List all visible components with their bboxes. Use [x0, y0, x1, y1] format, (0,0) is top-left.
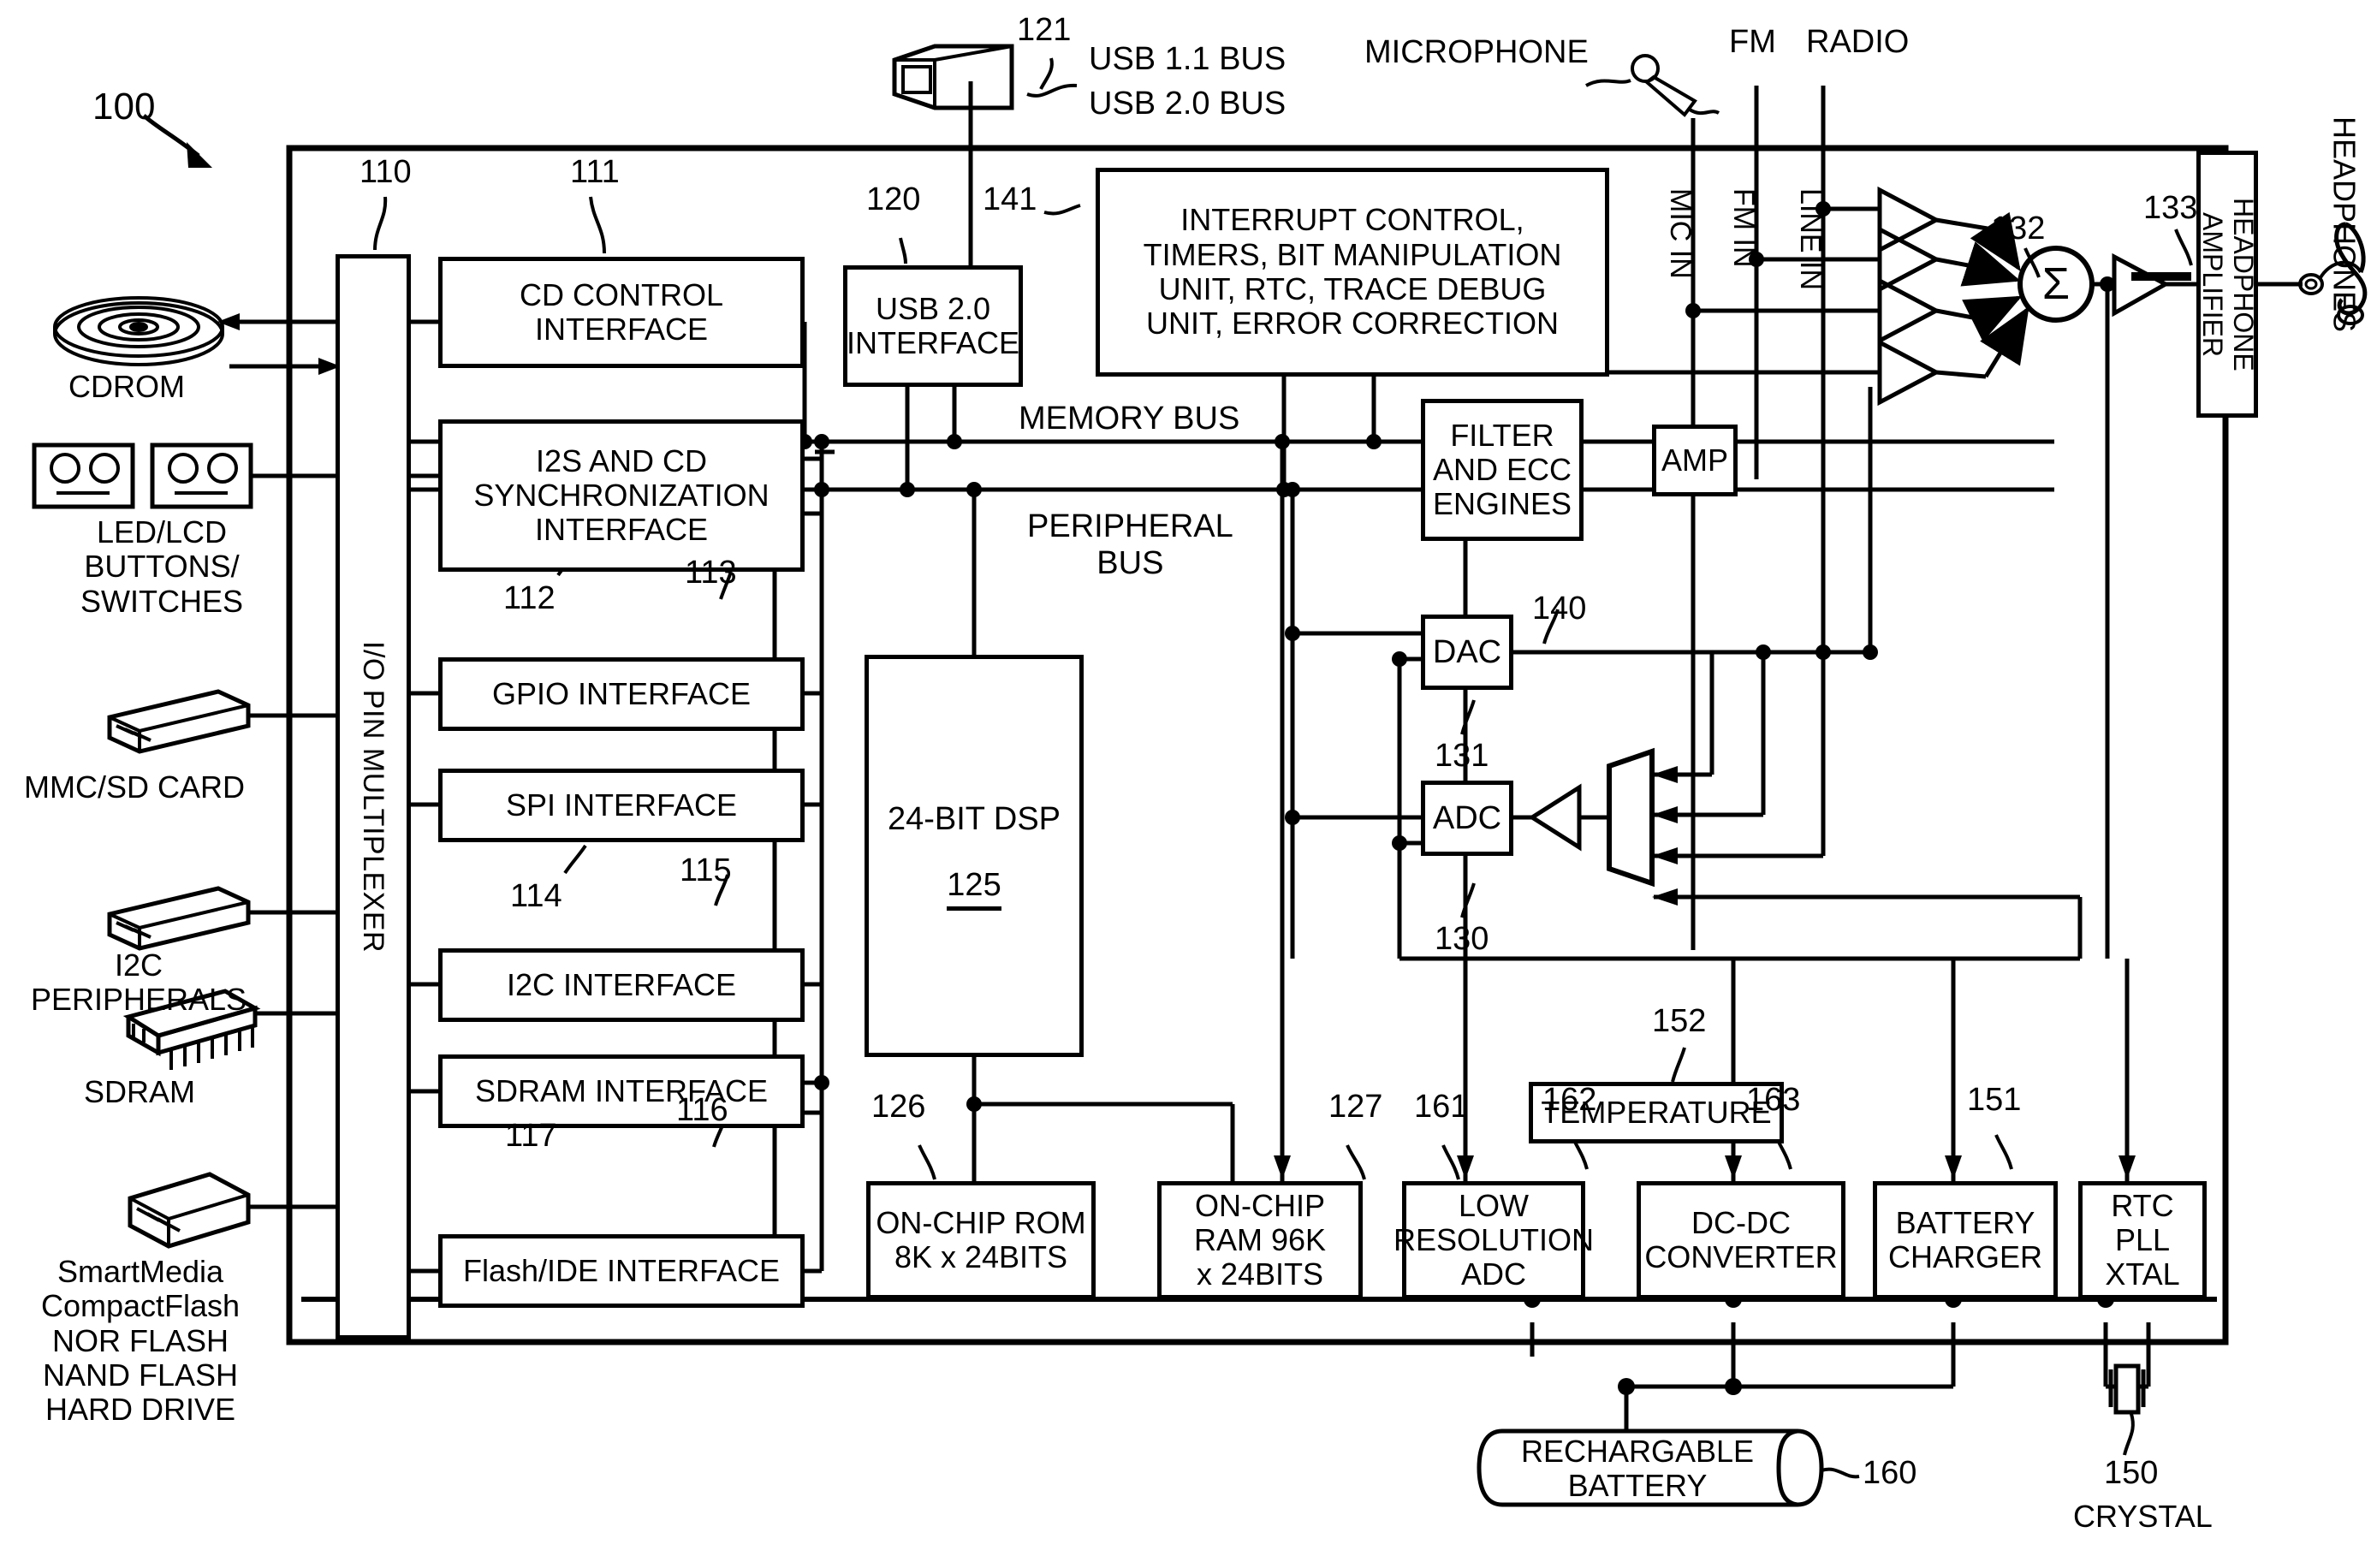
cd-control-interface-block[interactable]: CD CONTROL INTERFACE [438, 257, 805, 368]
radio-source-label: RADIO [1806, 24, 1910, 60]
peripheral-bus-label: PERIPHERAL BUS [1019, 508, 1242, 582]
mic-in-pin-label: MIC IN [1664, 188, 1697, 279]
rtc-pll-xtal-label: RTC PLL XTAL [2105, 1187, 2180, 1292]
spi-interface-label: SPI INTERFACE [505, 787, 738, 823]
usb-bus-label-2-0: USB 2.0 BUS [1089, 86, 1287, 122]
usb-2-0-interface-block[interactable]: USB 2.0 INTERFACE [843, 265, 1023, 387]
peripheral-label-cdrom: CDROM [68, 369, 185, 404]
ref-121: 121 [1017, 12, 1072, 48]
on-chip-rom-label: ON-CHIP ROM 8K x 24BITS [876, 1204, 1086, 1274]
ref-160: 160 [1863, 1455, 1917, 1491]
i2c-interface-label: I2C INTERFACE [506, 966, 737, 1002]
figure-ref-100: 100 [92, 86, 156, 128]
usb-2-0-interface-label: USB 2.0 INTERFACE [846, 290, 1020, 360]
headphones-label: HEADPHONES [2326, 116, 2362, 333]
memory-bus-label: MEMORY BUS [1010, 401, 1249, 437]
dsp-ref: 125 [947, 867, 1001, 912]
adc-block[interactable]: ADC [1421, 781, 1513, 856]
ref-163: 163 [1746, 1082, 1801, 1118]
dsp-label: 24-BIT DSP [887, 800, 1061, 837]
headphone-amplifier-block[interactable] [2131, 272, 2191, 281]
on-chip-rom-block[interactable]: ON-CHIP ROM 8K x 24BITS [866, 1181, 1096, 1299]
mixer-sigma-symbol: Σ [2041, 258, 2071, 309]
ref-150: 150 [2104, 1455, 2159, 1491]
ref-114: 114 [510, 878, 562, 914]
filter-ecc-engines-block[interactable]: FILTER AND ECC ENGINES [1421, 399, 1584, 541]
dsp-block[interactable]: 24-BIT DSP 125 [865, 655, 1084, 1057]
ref-113: 113 [685, 555, 737, 591]
io-pin-multiplexer-block[interactable]: I/O PIN MULTIPLEXER [336, 254, 411, 1339]
dc-dc-converter-block[interactable]: DC-DC CONVERTER [1637, 1181, 1845, 1299]
ref-127: 127 [1328, 1089, 1383, 1125]
sdram-interface-block[interactable]: SDRAM INTERFACE [438, 1054, 805, 1128]
fm-source-label: FM [1729, 24, 1776, 60]
ref-152: 152 [1652, 1003, 1707, 1039]
i2c-interface-block[interactable]: I2C INTERFACE [438, 948, 805, 1022]
ref-151: 151 [1967, 1082, 2022, 1118]
spi-interface-block[interactable]: SPI INTERFACE [438, 769, 805, 842]
filter-ecc-label: FILTER AND ECC ENGINES [1432, 417, 1572, 522]
microphone-source-label: MICROPHONE [1364, 34, 1589, 70]
amp-label: AMP [1661, 442, 1728, 478]
interrupt-control-label: INTERRUPT CONTROL, TIMERS, BIT MANIPULAT… [1143, 202, 1562, 342]
interrupt-control-block[interactable]: INTERRUPT CONTROL, TIMERS, BIT MANIPULAT… [1096, 168, 1609, 377]
i2s-cd-sync-interface-label: I2S AND CD SYNCHRONIZATION INTERFACE [473, 442, 770, 548]
usb-bus-label-1-1: USB 1.1 BUS [1089, 41, 1287, 77]
dc-dc-converter-label: DC-DC CONVERTER [1644, 1204, 1838, 1274]
battery-charger-label: BATTERY CHARGER [1887, 1204, 2043, 1274]
ref-131: 131 [1435, 738, 1489, 774]
headphone-amplifier-label: HEADPHONE AMPLIFIER [2197, 197, 2259, 371]
battery-charger-block[interactable]: BATTERY CHARGER [1873, 1181, 2058, 1299]
dac-block[interactable]: DAC [1421, 615, 1513, 690]
ref-112: 112 [503, 580, 556, 616]
peripheral-label-sdram: SDRAM [84, 1074, 196, 1109]
ref-117: 117 [505, 1118, 557, 1154]
gpio-interface-label: GPIO INTERFACE [491, 675, 752, 711]
low-resolution-adc-block[interactable]: LOW RESOLUTION ADC [1394, 1181, 1594, 1299]
ref-140: 140 [1532, 591, 1587, 627]
headphone-amplifier[interactable]: HEADPHONE AMPLIFIER [2196, 151, 2259, 418]
line-in-pin-label: LINE IN [1794, 188, 1827, 291]
fm-in-pin-label: FM IN [1727, 188, 1761, 268]
ref-111: 111 [570, 154, 620, 190]
flash-ide-interface-label: Flash/IDE INTERFACE [462, 1252, 781, 1288]
peripheral-label-mmc-sd: MMC/SD CARD [24, 769, 245, 805]
amp-block[interactable]: AMP [1652, 425, 1738, 496]
on-chip-ram-label: ON-CHIP RAM 96K x 24BITS [1193, 1187, 1327, 1292]
io-pin-multiplexer-label: I/O PIN MULTIPLEXER [357, 640, 390, 953]
ref-162: 162 [1542, 1082, 1597, 1118]
ref-133: 133 [2143, 190, 2198, 226]
block-diagram-canvas: 100 CDROM LED/LCD BUTTONS/ SWITCHES MMC/… [0, 0, 2377, 1568]
ref-116: 116 [676, 1092, 728, 1128]
i2s-cd-sync-interface-block[interactable]: I2S AND CD SYNCHRONIZATION INTERFACE [438, 419, 805, 572]
adc-label: ADC [1432, 799, 1502, 836]
peripheral-label-led-lcd: LED/LCD BUTTONS/ SWITCHES [80, 514, 243, 619]
ref-161: 161 [1414, 1089, 1469, 1125]
ref-120: 120 [866, 181, 921, 217]
rtc-pll-xtal-block[interactable]: RTC PLL XTAL [2078, 1181, 2207, 1299]
rechargable-battery-label: RECHARGABLE BATTERY [1520, 1434, 1755, 1504]
ref-126: 126 [871, 1089, 926, 1125]
dac-label: DAC [1432, 633, 1502, 670]
gpio-interface-block[interactable]: GPIO INTERFACE [438, 657, 805, 731]
ref-132: 132 [1991, 211, 2046, 246]
peripheral-label-flash: SmartMedia CompactFlash NOR FLASH NAND F… [40, 1254, 241, 1428]
ref-141: 141 [983, 181, 1037, 217]
peripheral-label-i2c: I2C PERIPHERALS [30, 947, 247, 1018]
ref-130: 130 [1435, 921, 1489, 957]
on-chip-ram-block[interactable]: ON-CHIP RAM 96K x 24BITS [1157, 1181, 1363, 1299]
cd-control-interface-label: CD CONTROL INTERFACE [519, 276, 723, 347]
crystal-label: CRYSTAL [2073, 1499, 2213, 1534]
low-resolution-adc-label: LOW RESOLUTION ADC [1393, 1187, 1595, 1292]
ref-115: 115 [680, 852, 732, 888]
ref-110: 110 [360, 154, 412, 190]
flash-ide-interface-block[interactable]: Flash/IDE INTERFACE [438, 1234, 805, 1308]
